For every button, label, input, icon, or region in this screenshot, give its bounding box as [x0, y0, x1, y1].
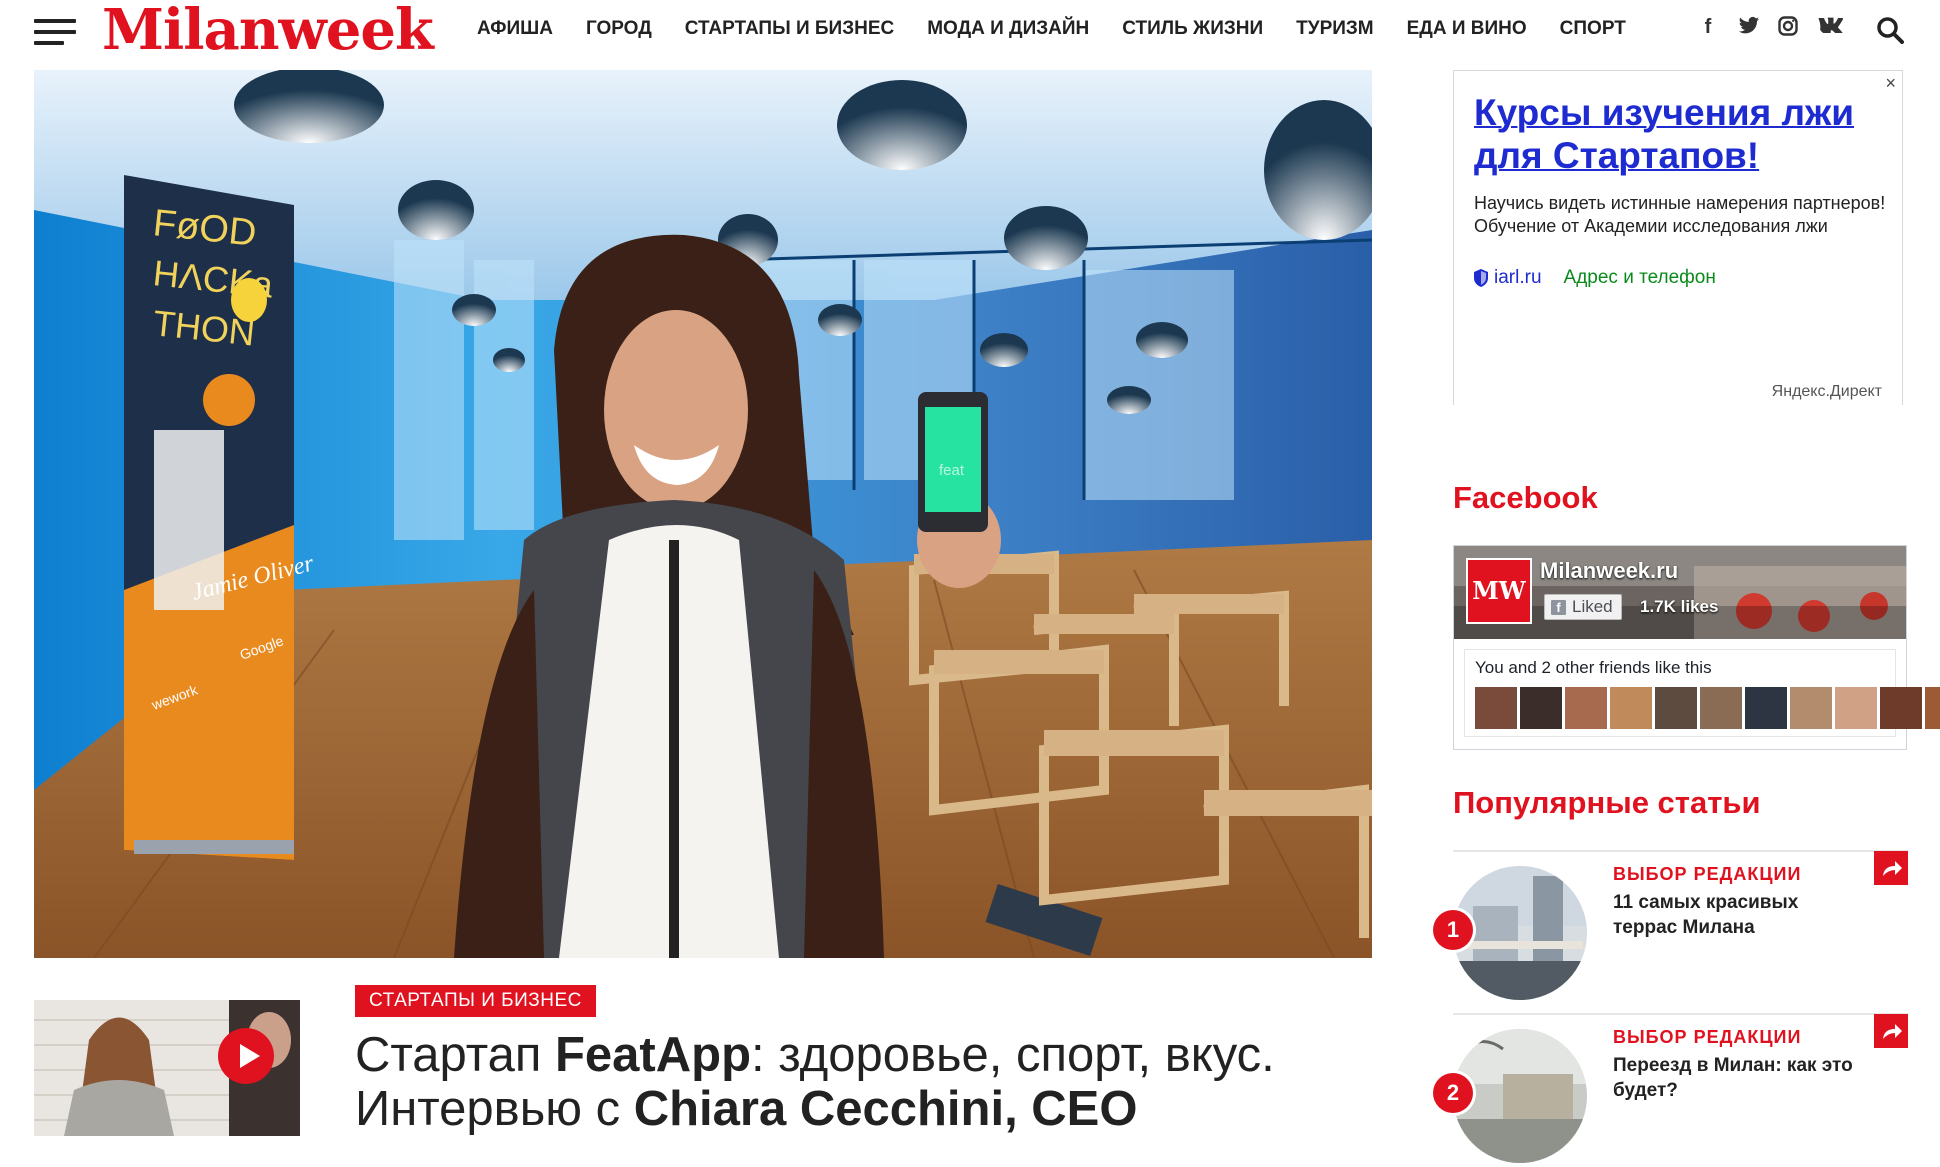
popular-item-title[interactable]: 11 самых красивых террас Милана [1613, 890, 1853, 940]
ad-text: Научись видеть истинные намерения парт­н… [1474, 193, 1886, 236]
popular-item-title[interactable]: Переезд в Милан: как это будет? [1613, 1053, 1853, 1103]
ad-title[interactable]: Курсы изучения лжи для Стартапов! [1474, 91, 1884, 177]
friend-avatar[interactable] [1655, 687, 1697, 729]
video-play-icon[interactable] [218, 1028, 274, 1084]
nav-item-sport[interactable]: СПОРТ [1560, 18, 1626, 40]
facebook-likes-count: 1.7K likes [1640, 597, 1719, 616]
facebook-liked-button[interactable]: f Liked [1544, 594, 1622, 620]
ad-contact-link[interactable]: Адрес и телефон [1564, 267, 1716, 289]
popular-section-title: Популярные статьи [1453, 785, 1761, 820]
yandex-ad: × Курсы изучения лжи для Стартапов! Науч… [1453, 70, 1903, 405]
ad-links: iarl.ru Адрес и телефон [1474, 267, 1716, 289]
friend-avatar[interactable] [1925, 687, 1940, 729]
ad-provider-label[interactable]: Яндекс.Директ [1772, 383, 1882, 401]
nav-item-tourism[interactable]: ТУРИЗМ [1296, 18, 1373, 40]
close-icon[interactable]: × [1885, 73, 1896, 94]
nav-item-startups[interactable]: СТАРТАПЫ И БИЗНЕС [685, 18, 894, 40]
popular-item[interactable]: 2 ВЫБОР РЕДАКЦИИ Переезд в Милан: как эт… [1433, 1013, 1908, 1167]
svg-text:feat: feat [939, 462, 965, 479]
twitter-icon[interactable] [1738, 16, 1760, 38]
friend-avatar[interactable] [1475, 687, 1517, 729]
friend-avatar[interactable] [1610, 687, 1652, 729]
friend-avatar[interactable] [1835, 687, 1877, 729]
friend-avatar[interactable] [1790, 687, 1832, 729]
friend-avatar[interactable] [1520, 687, 1562, 729]
facebook-friends-panel: You and 2 other friends like this [1464, 649, 1940, 737]
nav-item-fashion[interactable]: МОДА И ДИЗАЙН [927, 18, 1089, 40]
nav-item-food[interactable]: ЕДА И ВИНО [1407, 18, 1527, 40]
friend-avatar[interactable] [1880, 687, 1922, 729]
popular-item-image[interactable] [1453, 866, 1587, 1000]
menu-icon[interactable] [34, 19, 76, 45]
vk-icon[interactable] [1818, 16, 1844, 38]
nav-item-lifestyle[interactable]: СТИЛЬ ЖИЗНИ [1122, 18, 1263, 40]
site-header: Milanweek АФИША ГОРОД СТАРТАПЫ И БИЗНЕС … [0, 0, 1940, 62]
shield-icon [1474, 269, 1488, 287]
facebook-friend-avatars [1475, 687, 1940, 729]
share-icon[interactable] [1874, 851, 1908, 885]
facebook-icon: f [1551, 599, 1566, 615]
facebook-page-name[interactable]: Milanweek.ru [1540, 558, 1678, 584]
article-category-tag[interactable]: СТАРТАПЫ И БИЗНЕС [355, 985, 596, 1017]
nav-item-gorod[interactable]: ГОРОД [586, 18, 652, 40]
facebook-section-title: Facebook [1453, 480, 1598, 515]
popular-item-kicker[interactable]: ВЫБОР РЕДАКЦИИ [1613, 864, 1801, 885]
nav-item-afisha[interactable]: АФИША [477, 18, 553, 40]
friend-avatar[interactable] [1700, 687, 1742, 729]
instagram-icon[interactable] [1778, 16, 1798, 38]
popular-item[interactable]: 1 ВЫБОР РЕДАКЦИИ 11 самых красивых терра… [1433, 850, 1908, 1004]
friend-avatar[interactable] [1565, 687, 1607, 729]
ad-domain-link[interactable]: iarl.ru [1494, 267, 1542, 289]
facebook-friends-text: You and 2 other friends like this [1475, 658, 1712, 677]
hero-image[interactable]: FøOD HΛCKa THON Jamie Oliver wework Goog… [34, 70, 1372, 958]
site-logo[interactable]: Milanweek [102, 0, 434, 60]
popular-item-number: 1 [1433, 910, 1473, 950]
share-icon[interactable] [1874, 1014, 1908, 1048]
article-headline[interactable]: Стартап FeatApp: здоровье, спорт, вкус. И… [355, 1028, 1365, 1136]
popular-item-number: 2 [1433, 1073, 1473, 1113]
popular-item-image[interactable] [1453, 1029, 1587, 1163]
facebook-icon[interactable]: f [1698, 16, 1718, 38]
article-thumbnail[interactable] [34, 1000, 300, 1136]
search-icon[interactable] [1876, 16, 1904, 44]
friend-avatar[interactable] [1745, 687, 1787, 729]
main-nav: АФИША ГОРОД СТАРТАПЫ И БИЗНЕС МОДА И ДИЗ… [477, 18, 1659, 40]
facebook-widget: MW Milanweek.ru f Liked 1.7K likes You an… [1453, 545, 1940, 750]
facebook-page-logo[interactable]: MW [1466, 558, 1532, 624]
social-links: f [1698, 16, 1844, 38]
popular-item-kicker[interactable]: ВЫБОР РЕДАКЦИИ [1613, 1027, 1801, 1048]
